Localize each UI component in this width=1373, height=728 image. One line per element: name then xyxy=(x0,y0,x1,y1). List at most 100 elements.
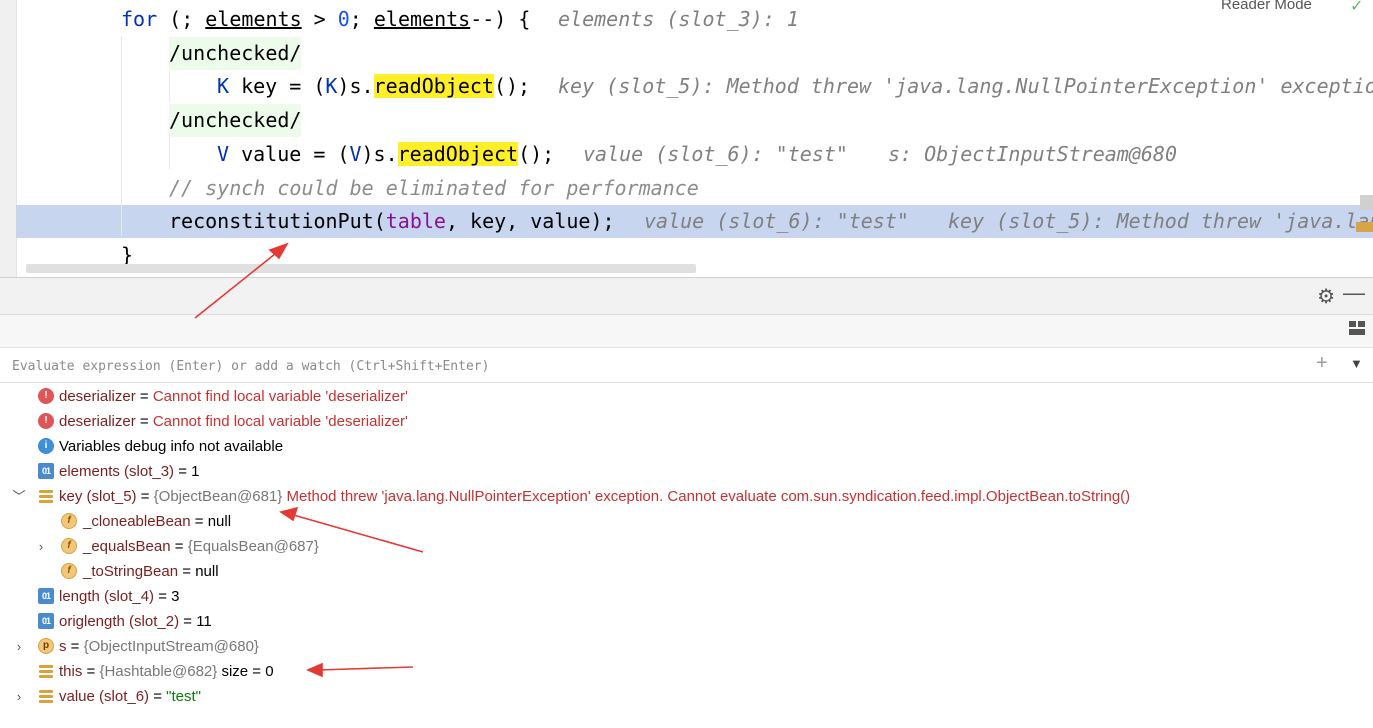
inline-debug-value: value (slot_6): "test" xyxy=(644,209,909,233)
debugger-variables-panel: ⚙ — + ▼ ! deserializer = Cannot find loc… xyxy=(0,277,1373,728)
equals-sign: = xyxy=(135,413,153,430)
code-token: )s. xyxy=(337,74,374,98)
code-token: (; xyxy=(157,7,206,31)
variable-row[interactable]: ! deserializer = Cannot find local varia… xyxy=(0,409,1373,434)
variable-name: _toStringBean xyxy=(83,563,179,580)
gear-icon[interactable]: ⚙ xyxy=(1317,284,1335,309)
variable-name: origlength (slot_2) xyxy=(59,613,180,630)
code-token: (); xyxy=(518,142,555,166)
variable-value: "test" xyxy=(166,688,201,705)
variable-row[interactable]: › f _equalsBean = {EqualsBean@687} xyxy=(0,534,1373,559)
variable-name: deserializer xyxy=(59,388,136,405)
equals-sign: = xyxy=(190,513,208,530)
variable-error: Method threw 'java.lang.NullPointerExcep… xyxy=(282,488,1131,505)
code-token: table xyxy=(385,209,446,233)
chevron-right-icon[interactable]: › xyxy=(12,634,26,659)
variable-name: _equalsBean xyxy=(83,538,171,555)
variable-error: Cannot find local variable 'deserializer… xyxy=(152,388,408,405)
code-token: ; xyxy=(349,7,374,31)
indent-guide xyxy=(169,70,170,102)
code-token: elements xyxy=(373,7,471,31)
field-icon: f xyxy=(61,513,77,529)
variable-row[interactable]: ! deserializer = Cannot find local varia… xyxy=(0,384,1373,409)
variable-row-key[interactable]: ﹀ key (slot_5) = {ObjectBean@681} Method… xyxy=(0,484,1373,509)
chevron-down-icon[interactable]: ▼ xyxy=(1350,356,1363,371)
variable-name: key (slot_5) xyxy=(59,488,137,505)
variable-name: elements (slot_3) xyxy=(59,463,175,480)
code-line-value[interactable]: V value = (V)s.readObject(); value (slot… xyxy=(0,138,1177,171)
warning-marker[interactable] xyxy=(1356,222,1373,232)
equals-sign: = xyxy=(179,613,197,630)
horizontal-scrollbar[interactable] xyxy=(26,264,696,273)
variable-row[interactable]: f _toStringBean = null xyxy=(0,559,1373,584)
variable-error: Cannot find local variable 'deserializer… xyxy=(152,413,408,430)
error-icon: ! xyxy=(38,388,54,404)
variable-row[interactable]: 01 elements (slot_3) = 1 xyxy=(0,459,1373,484)
chevron-right-icon[interactable]: › xyxy=(12,684,26,709)
chevron-down-icon[interactable]: ﹀ xyxy=(12,484,26,509)
vertical-scrollbar-thumb[interactable] xyxy=(1360,195,1373,210)
variable-name: s xyxy=(59,638,67,655)
variable-row[interactable]: f _cloneableBean = null xyxy=(0,509,1373,534)
folded-annotation[interactable]: /unchecked/ xyxy=(169,37,302,70)
code-token: > xyxy=(301,7,338,31)
object-reference: {EqualsBean@687} xyxy=(187,538,319,555)
object-icon xyxy=(38,663,54,679)
evaluate-expression-input[interactable] xyxy=(10,352,1304,380)
info-message: Variables debug info not available xyxy=(59,438,284,455)
variable-row[interactable]: › p s = {ObjectInputStream@680} xyxy=(0,634,1373,659)
panel-toolbar: ⚙ — xyxy=(0,278,1373,315)
indent-guide xyxy=(121,36,122,236)
folded-annotation[interactable]: /unchecked/ xyxy=(169,104,302,137)
code-token: key = ( xyxy=(229,74,326,98)
equals-sign: = xyxy=(135,388,153,405)
equals-sign: = xyxy=(170,538,188,555)
variable-name: value (slot_6) xyxy=(59,688,150,705)
code-token: readObject xyxy=(373,74,494,98)
code-editor[interactable]: Reader Mode ✓ for (; elements > 0; eleme… xyxy=(0,0,1373,277)
code-token: K xyxy=(217,74,230,98)
inline-debug-value: s: ObjectInputStream@680 xyxy=(888,142,1177,166)
code-token: readObject xyxy=(397,142,519,166)
indent-guide xyxy=(169,137,170,169)
variable-row[interactable]: this = {Hashtable@682} size = 0 xyxy=(0,659,1373,684)
variable-value: 1 xyxy=(191,463,200,480)
code-line-unchecked[interactable]: /unchecked/ xyxy=(0,104,302,137)
add-watch-icon[interactable]: + xyxy=(1316,352,1328,375)
variable-row[interactable]: 01 origlength (slot_2) = 11 xyxy=(0,609,1373,634)
variable-name: deserializer xyxy=(59,413,136,430)
variable-name: length (slot_4) xyxy=(59,588,155,605)
variable-row[interactable]: i Variables debug info not available xyxy=(0,434,1373,459)
object-icon xyxy=(38,488,54,504)
variable-value: null xyxy=(195,563,219,580)
equals-sign: = xyxy=(136,488,154,505)
inline-debug-value: value (slot_6): "test" xyxy=(583,142,848,166)
inline-debug-value: elements (slot_3): 1 xyxy=(558,7,799,31)
variable-row[interactable]: › value (slot_6) = "test" xyxy=(0,684,1373,709)
code-line-unchecked[interactable]: /unchecked/ xyxy=(0,37,302,70)
error-icon: ! xyxy=(38,413,54,429)
variable-value: 3 xyxy=(171,588,180,605)
code-line-for[interactable]: for (; elements > 0; elements--) { eleme… xyxy=(0,3,799,36)
chevron-right-icon[interactable]: › xyxy=(34,534,48,559)
primitive-icon: 01 xyxy=(38,613,54,629)
inspection-ok-icon[interactable]: ✓ xyxy=(1350,0,1363,16)
field-icon: f xyxy=(61,563,77,579)
inline-debug-value: key (slot_5): Method threw 'java.lang xyxy=(948,209,1373,233)
object-reference: {Hashtable@682} xyxy=(99,663,218,680)
info-icon: i xyxy=(38,438,54,454)
code-line-reconstitution[interactable]: reconstitutionPut(table, key, value); va… xyxy=(0,205,1373,238)
primitive-icon: 01 xyxy=(38,463,54,479)
variable-value: 11 xyxy=(196,613,212,630)
equals-sign: = xyxy=(178,563,196,580)
variable-row[interactable]: 01 length (slot_4) = 3 xyxy=(0,584,1373,609)
equals-sign: = xyxy=(149,688,167,705)
minimize-icon[interactable]: — xyxy=(1343,280,1365,306)
equals-sign: = xyxy=(82,663,100,680)
code-token: K xyxy=(325,74,338,98)
layout-icon[interactable] xyxy=(1349,321,1365,335)
reader-mode-toggle[interactable]: Reader Mode xyxy=(1221,0,1312,13)
code-line-comment[interactable]: // synch could be eliminated for perform… xyxy=(0,172,699,205)
code-line-key[interactable]: K key = (K)s.readObject(); key (slot_5):… xyxy=(0,70,1373,103)
primitive-icon: 01 xyxy=(38,588,54,604)
